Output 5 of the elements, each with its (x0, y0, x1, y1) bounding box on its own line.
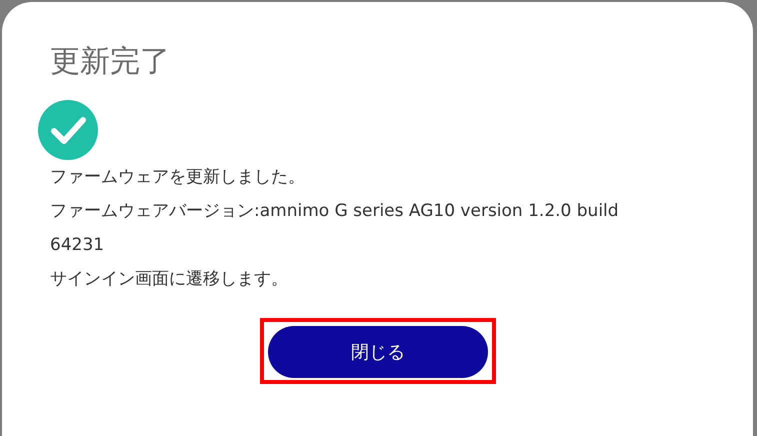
message-text: ファームウェアを更新しました。 (50, 166, 306, 189)
close-button[interactable]: 閉じる (268, 326, 488, 378)
dialog-title: 更新完了 (50, 43, 171, 81)
message-text: ファームウェアバージョン:amnimo G series AG10 version 1.2.0 build 64231 (50, 200, 620, 257)
message-text: サインイン画面に遷移します。 (50, 268, 289, 291)
